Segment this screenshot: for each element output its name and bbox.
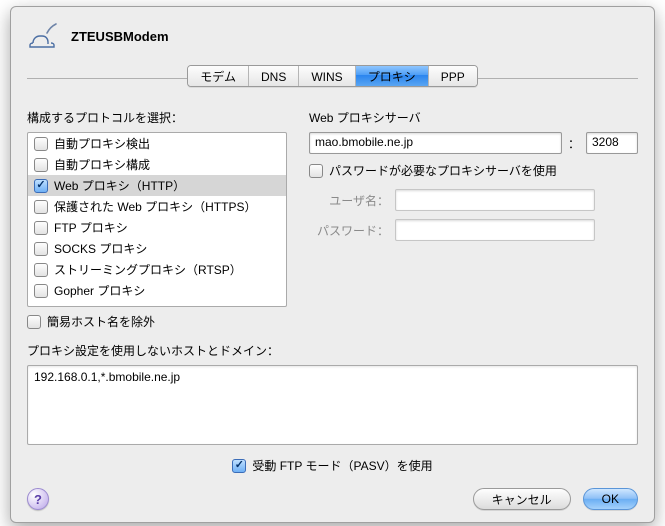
footer: ? キャンセル OK — [27, 488, 638, 510]
checkbox[interactable] — [34, 137, 48, 151]
proxy-port-input[interactable]: 3208 — [586, 132, 638, 154]
list-item-label: FTP プロキシ — [54, 219, 128, 236]
protocol-list: 自動プロキシ検出 自動プロキシ構成 ✓ Web プロキシ（HTTP） 保護された… — [27, 132, 287, 307]
proxy-server-label: Web プロキシサーバ — [309, 109, 638, 126]
tab-modem[interactable]: モデム — [188, 66, 249, 86]
tab-wins[interactable]: WINS — [299, 66, 355, 86]
username-label: ユーザ名： — [309, 192, 389, 209]
list-item[interactable]: 保護された Web プロキシ（HTTPS） — [28, 196, 286, 217]
proxy-host-input[interactable]: mao.bmobile.ne.jp — [309, 132, 562, 154]
exclude-simple-hostnames-checkbox[interactable] — [27, 315, 41, 329]
checkbox[interactable] — [34, 242, 48, 256]
list-item[interactable]: Gopher プロキシ — [28, 280, 286, 301]
proxy-auth-row: パスワードが必要なプロキシサーバを使用 — [309, 162, 638, 179]
proxy-auth-label: パスワードが必要なプロキシサーバを使用 — [329, 162, 557, 179]
list-item-label: Web プロキシ（HTTP） — [54, 177, 185, 194]
proxy-settings-column: Web プロキシサーバ mao.bmobile.ne.jp ： 3208 パスワ… — [309, 109, 638, 342]
list-item[interactable]: SOCKS プロキシ — [28, 238, 286, 259]
list-item[interactable]: ✓ Web プロキシ（HTTP） — [28, 175, 286, 196]
password-input — [395, 219, 595, 241]
checkbox[interactable] — [34, 158, 48, 172]
checkbox[interactable] — [34, 221, 48, 235]
list-item-label: Gopher プロキシ — [54, 282, 145, 299]
list-item-label: 自動プロキシ構成 — [54, 156, 150, 173]
checkbox[interactable] — [34, 284, 48, 298]
list-item-label: ストリーミングプロキシ（RTSP） — [54, 261, 242, 278]
tab-ppp[interactable]: PPP — [429, 66, 477, 86]
bypass-hosts-textarea[interactable]: 192.168.0.1,*.bmobile.ne.jp — [27, 365, 638, 445]
checkbox[interactable] — [34, 263, 48, 277]
sheet-title: ZTEUSBModem — [71, 29, 169, 44]
help-button[interactable]: ? — [27, 488, 49, 510]
protocol-select-label: 構成するプロトコルを選択： — [27, 109, 287, 126]
list-item-label: 保護された Web プロキシ（HTTPS） — [54, 198, 256, 215]
host-port-separator: ： — [568, 135, 580, 152]
list-item-label: 自動プロキシ検出 — [54, 135, 150, 152]
list-item[interactable]: FTP プロキシ — [28, 217, 286, 238]
cancel-button[interactable]: キャンセル — [473, 488, 571, 510]
list-item[interactable]: ストリーミングプロキシ（RTSP） — [28, 259, 286, 280]
tab-dns[interactable]: DNS — [249, 66, 299, 86]
proxy-auth-checkbox[interactable] — [309, 164, 323, 178]
modem-icon — [27, 21, 61, 51]
username-input — [395, 189, 595, 211]
password-label: パスワード： — [309, 222, 389, 239]
checkbox[interactable] — [34, 200, 48, 214]
proxy-server-row: mao.bmobile.ne.jp ： 3208 — [309, 132, 638, 154]
preferences-sheet: ZTEUSBModem モデム DNS WINS プロキシ PPP 構成するプロ… — [10, 6, 655, 523]
list-item[interactable]: 自動プロキシ構成 — [28, 154, 286, 175]
pasv-row: ✓ 受動 FTP モード（PASV）を使用 — [27, 457, 638, 474]
exclude-simple-hostnames-row: 簡易ホスト名を除外 — [27, 313, 287, 330]
bypass-label: プロキシ設定を使用しないホストとドメイン： — [27, 342, 638, 359]
pasv-checkbox[interactable]: ✓ — [232, 459, 246, 473]
checkbox-checked[interactable]: ✓ — [34, 179, 48, 193]
tab-segmented-control: モデム DNS WINS プロキシ PPP — [187, 65, 477, 87]
content-columns: 構成するプロトコルを選択： 自動プロキシ検出 自動プロキシ構成 ✓ Web プロ… — [27, 109, 638, 342]
protocol-column: 構成するプロトコルを選択： 自動プロキシ検出 自動プロキシ構成 ✓ Web プロ… — [27, 109, 287, 342]
exclude-simple-hostnames-label: 簡易ホスト名を除外 — [47, 313, 155, 330]
tab-proxy[interactable]: プロキシ — [356, 66, 429, 86]
sheet-header: ZTEUSBModem — [27, 21, 638, 51]
list-item[interactable]: 自動プロキシ検出 — [28, 133, 286, 154]
pasv-label: 受動 FTP モード（PASV）を使用 — [252, 457, 432, 474]
tab-bar: モデム DNS WINS プロキシ PPP — [27, 65, 638, 91]
list-item-label: SOCKS プロキシ — [54, 240, 147, 257]
auth-fields: ユーザ名： パスワード： — [309, 189, 638, 241]
ok-button[interactable]: OK — [583, 488, 638, 510]
